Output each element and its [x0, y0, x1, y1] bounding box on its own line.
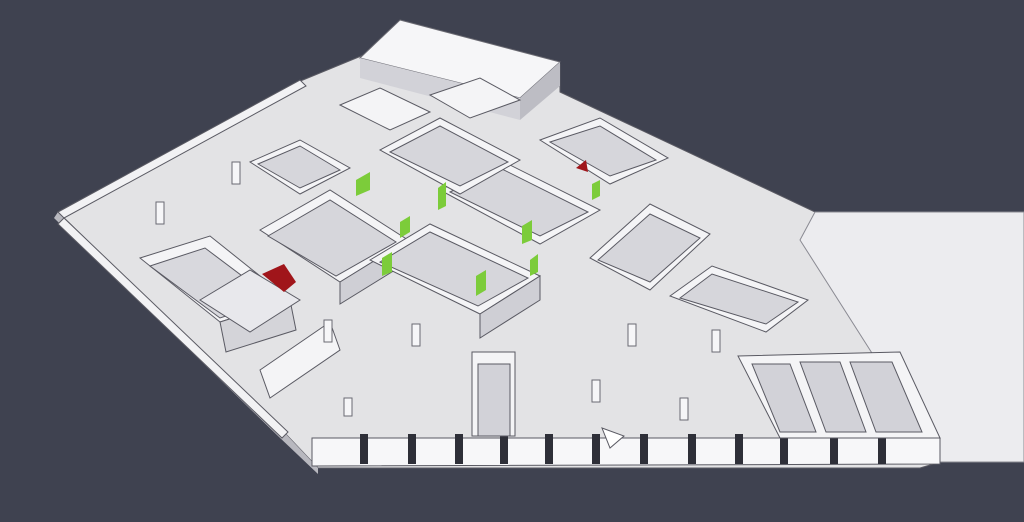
perimeter-wall-front — [311, 434, 941, 467]
floorplan-viewport[interactable] — [0, 0, 1024, 522]
floorplan-canvas[interactable] — [0, 0, 1024, 522]
